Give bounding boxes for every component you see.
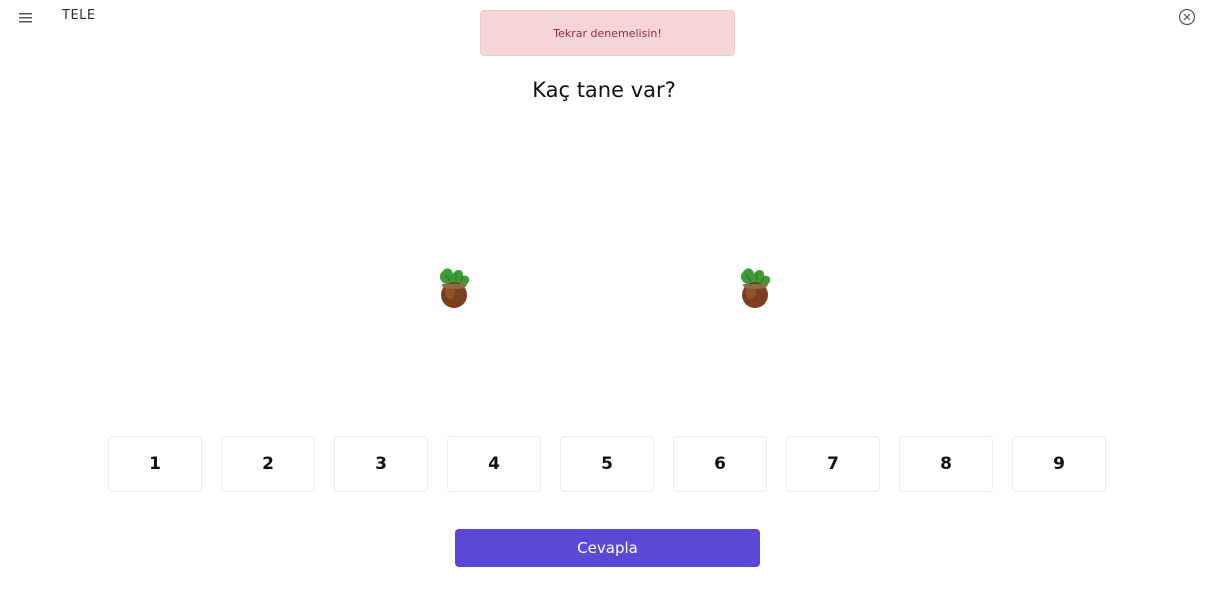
option-button-1[interactable]: 1 <box>108 436 202 492</box>
app-title: TELE <box>62 8 96 23</box>
feedback-toast: Tekrar denemelisin! <box>480 10 735 56</box>
quiz-page: TELE Tekrar denemelisin! Kaç tane var? 1… <box>0 0 1208 610</box>
hamburger-menu-icon[interactable] <box>18 11 34 25</box>
hazelnut-icon <box>436 266 474 310</box>
submit-answer-button[interactable]: Cevapla <box>455 529 760 567</box>
hazelnut-icon <box>737 266 775 310</box>
answer-options: 1 2 3 4 5 6 7 8 9 <box>108 436 1108 494</box>
option-button-9[interactable]: 9 <box>1012 436 1106 492</box>
option-button-2[interactable]: 2 <box>221 436 315 492</box>
option-button-7[interactable]: 7 <box>786 436 880 492</box>
question-title: Kaç tane var? <box>532 78 676 102</box>
option-button-3[interactable]: 3 <box>334 436 428 492</box>
toast-message: Tekrar denemelisin! <box>553 26 662 40</box>
option-button-5[interactable]: 5 <box>560 436 654 492</box>
close-circle-icon[interactable] <box>1178 8 1196 26</box>
option-button-8[interactable]: 8 <box>899 436 993 492</box>
option-button-4[interactable]: 4 <box>447 436 541 492</box>
option-button-6[interactable]: 6 <box>673 436 767 492</box>
